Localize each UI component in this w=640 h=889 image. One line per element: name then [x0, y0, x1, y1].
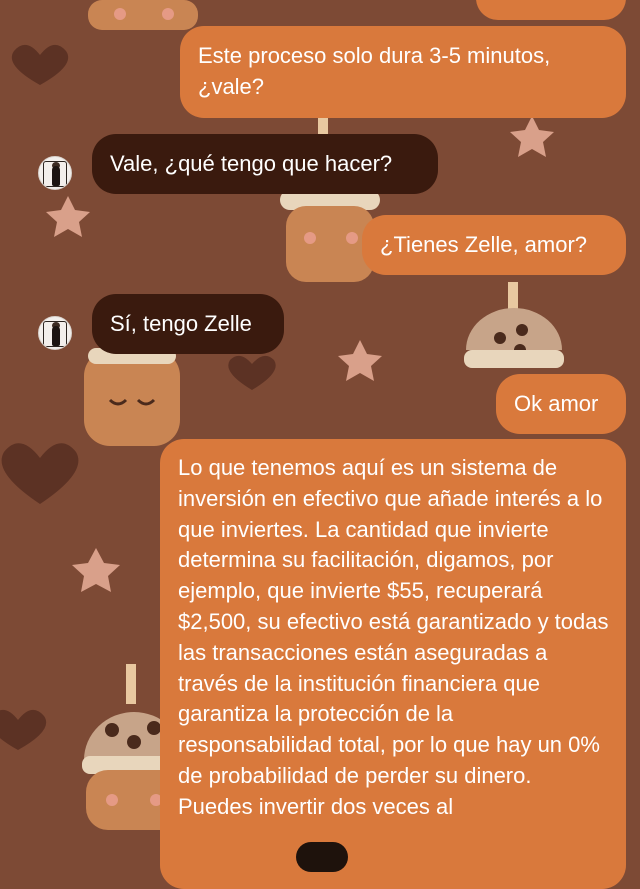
wallpaper-star-icon [510, 116, 554, 157]
wallpaper-star-icon [46, 196, 90, 237]
wallpaper-bubble-tea-icon [88, 0, 198, 30]
wallpaper-bubble-tea-icon [464, 282, 564, 368]
message-bubble-outgoing[interactable]: Ok amor [496, 374, 626, 434]
message-bubble-outgoing[interactable]: ¿Tienes Zelle, amor? [362, 215, 626, 275]
message-text: Vale, ¿qué tengo que hacer? [110, 151, 393, 176]
message-text: ¿Tienes Zelle, amor? [380, 232, 588, 257]
message-text: Lo que tenemos aquí es un sistema de inv… [178, 455, 609, 819]
wallpaper-star-icon [72, 548, 120, 592]
message-bubble-outgoing[interactable]: Lo que tenemos aquí es un sistema de inv… [160, 439, 626, 889]
message-text: Este proceso solo dura 3-5 minutos, ¿val… [198, 43, 551, 99]
message-bubble-incoming[interactable]: Sí, tengo Zelle [92, 294, 284, 354]
message-text: Sí, tengo Zelle [110, 311, 252, 336]
wallpaper-bubble-tea-icon [84, 348, 180, 446]
wallpaper-star-icon [338, 340, 382, 381]
message-bubble-outgoing[interactable]: Este proceso solo dura 3-5 minutos, ¿val… [180, 26, 626, 118]
message-text: Ok amor [514, 391, 599, 416]
contact-avatar[interactable] [38, 316, 72, 350]
message-bubble-incoming[interactable]: Vale, ¿qué tengo que hacer? [92, 134, 438, 194]
scroll-to-bottom-button[interactable] [296, 842, 348, 872]
contact-avatar[interactable] [38, 156, 72, 190]
message-bubble-outgoing-clipped [476, 0, 626, 20]
